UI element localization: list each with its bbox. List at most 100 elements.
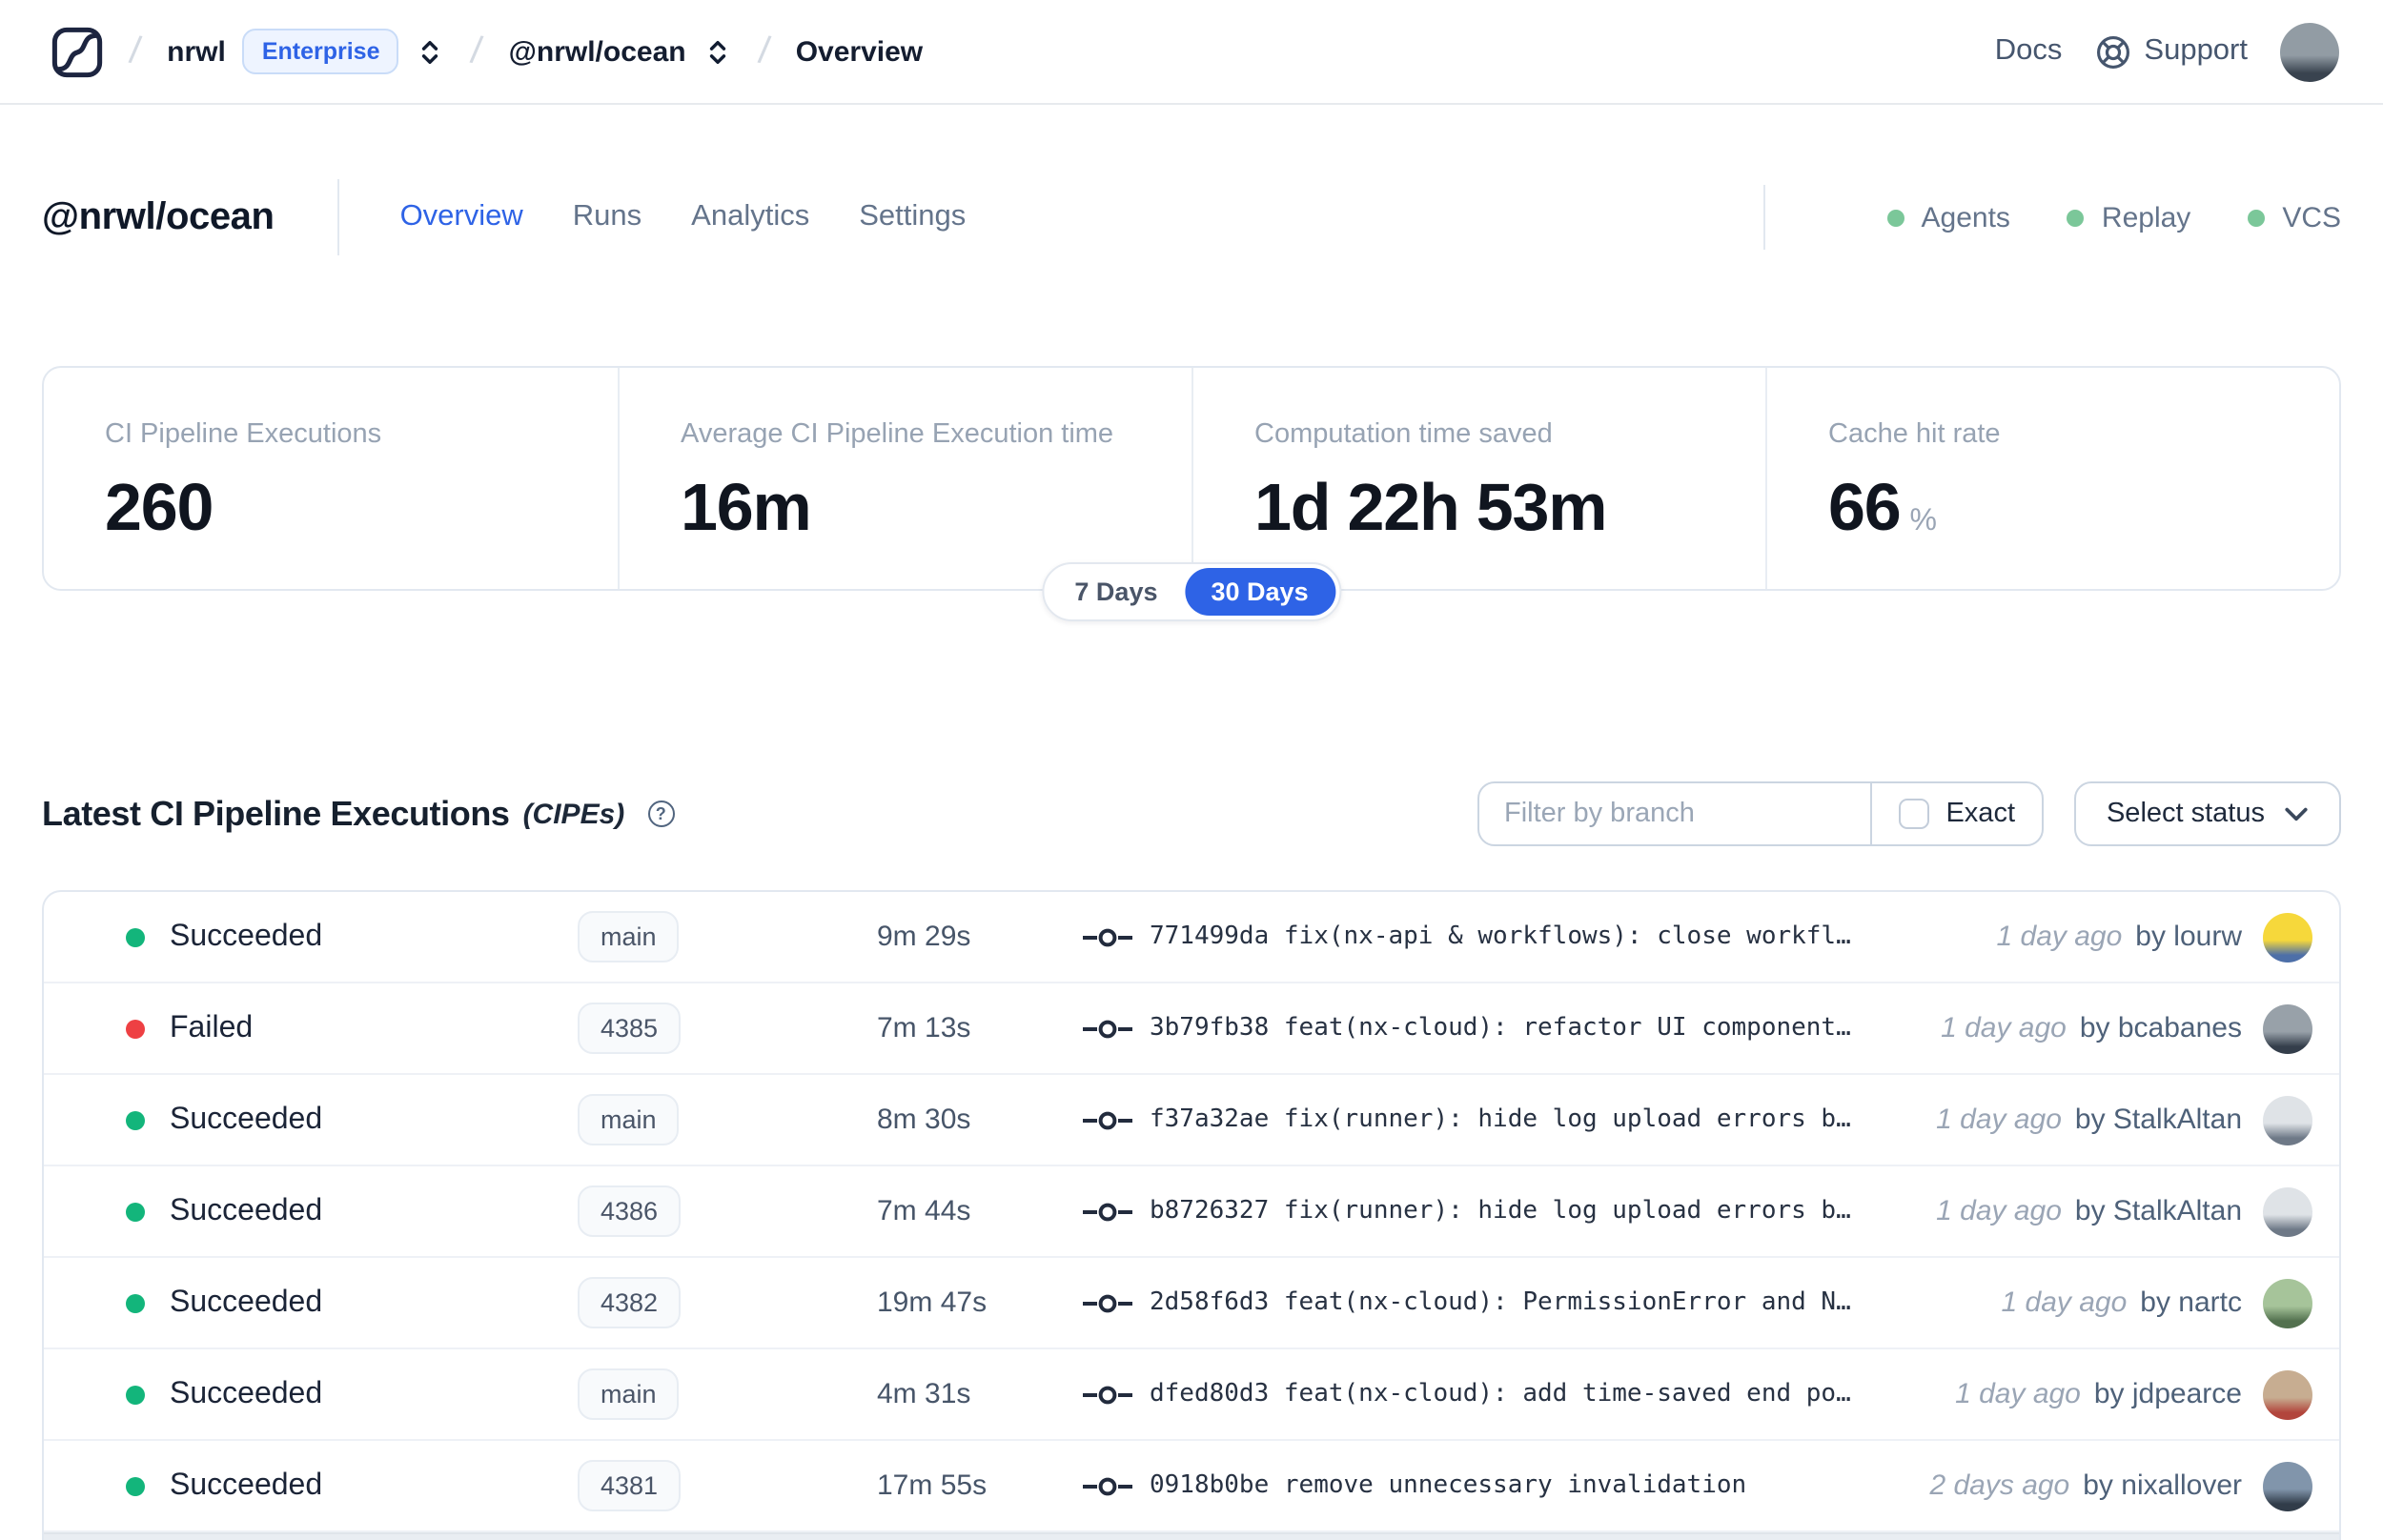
breadcrumb-page: Overview (795, 35, 924, 68)
cipe-row[interactable]: Succeeded main 9m 29s 771499da fix(nx-ap… (44, 892, 2339, 983)
commit-hash: b8726327 (1150, 1197, 1270, 1226)
range-option-30-days[interactable]: 30 Days (1184, 568, 1335, 616)
branch-badge: main (578, 1368, 680, 1420)
commit-author: by StalkAltan (2074, 1104, 2242, 1136)
tab-analytics[interactable]: Analytics (691, 200, 809, 234)
cipe-table: Succeeded main 9m 29s 771499da fix(nx-ap… (42, 890, 2341, 1540)
tab-overview[interactable]: Overview (400, 200, 523, 234)
commit-text: dfed80d3 feat(nx-cloud): add time-saved … (1150, 1380, 1851, 1408)
avatar (2263, 1278, 2312, 1327)
commit-hash: 2d58f6d3 (1150, 1288, 1270, 1317)
indicator-agents[interactable]: Agents (1886, 201, 2010, 233)
cipe-row[interactable]: Succeeded 4381 17m 55s 0918b0be remove u… (44, 1441, 2339, 1532)
branch-filter-input[interactable] (1479, 783, 1870, 844)
branch-badge: main (578, 911, 680, 962)
stat-card-computation-time-saved: Computation time saved 1d 22h 53m (1192, 368, 1765, 589)
page: / nrwl Enterprise / @nrwl/ocean / Overvi… (0, 0, 2383, 1540)
cipe-section-title-suffix: (CIPEs) (522, 798, 625, 830)
status-label: Failed (170, 1011, 254, 1044)
divider (336, 179, 339, 255)
status-label: Succeeded (170, 1286, 323, 1318)
git-commit-icon (1083, 1110, 1132, 1129)
commit-hash: dfed80d3 (1150, 1380, 1270, 1408)
branch-badge: 4385 (578, 1003, 682, 1054)
status-label: Succeeded (170, 1194, 323, 1226)
help-icon[interactable]: ? (647, 800, 675, 827)
status-dot (126, 1293, 145, 1312)
status-label: Succeeded (170, 920, 323, 952)
indicator-vcs[interactable]: VCS (2248, 201, 2341, 233)
tab-runs[interactable]: Runs (573, 200, 642, 234)
divider (1762, 185, 1765, 250)
branch-badge: 4381 (578, 1460, 682, 1511)
status-dot (126, 1385, 145, 1404)
stats-cards: CI Pipeline Executions 260 Average CI Pi… (42, 366, 2341, 621)
workspace-selector[interactable]: @nrwl/ocean (509, 33, 732, 70)
status-dot (126, 1476, 145, 1495)
support-link[interactable]: Support (2094, 33, 2248, 70)
cipe-row[interactable]: Succeeded 4382 19m 47s 2d58f6d3 feat(nx-… (44, 1258, 2339, 1349)
git-commit-icon (1083, 927, 1132, 946)
topbar-right: Docs Support (1995, 22, 2339, 81)
time-ago: 1 day ago (1941, 1012, 2067, 1044)
org-chevron-updown-icon[interactable] (417, 33, 445, 70)
breadcrumb-separator: / (127, 29, 144, 72)
commit-hash: 0918b0be (1150, 1471, 1270, 1500)
avatar (2263, 1003, 2312, 1053)
commit-author: by bcabanes (2079, 1012, 2242, 1044)
git-commit-icon (1083, 1293, 1132, 1312)
time-ago: 1 day ago (1936, 1104, 2062, 1136)
duration: 9m 29s (877, 921, 971, 953)
stat-card-cache-hit-rate: Cache hit rate 66% (1765, 368, 2339, 589)
cipe-row[interactable]: Succeeded main 8m 30s f37a32ae fix(runne… (44, 1075, 2339, 1166)
commit-message: remove unnecessary invalidation (1283, 1471, 1747, 1500)
org-name[interactable]: nrwl (167, 35, 226, 68)
stat-card-ci-pipeline-executions: CI Pipeline Executions 260 (105, 419, 382, 545)
cipe-section-header: Latest CI Pipeline Executions (CIPEs) ? … (42, 781, 2341, 846)
workspace-chevron-updown-icon[interactable] (703, 33, 732, 70)
breadcrumb-separator: / (468, 29, 485, 72)
duration: 4m 31s (877, 1378, 971, 1410)
exact-checkbox[interactable] (1898, 799, 1929, 829)
tab-settings[interactable]: Settings (859, 200, 966, 234)
org-selector[interactable]: nrwl Enterprise (167, 29, 444, 74)
commit-message: fix(nx-api & workflows): close workfl… (1283, 922, 1851, 951)
cipe-table-body: Succeeded main 9m 29s 771499da fix(nx-ap… (44, 892, 2339, 1532)
cipe-row[interactable]: Failed 4385 7m 13s 3b79fb38 feat(nx-clou… (44, 983, 2339, 1075)
branch-badge: 4386 (578, 1185, 682, 1237)
cipe-row[interactable]: Succeeded main 4m 31s dfed80d3 feat(nx-c… (44, 1349, 2339, 1441)
status-dot (126, 927, 145, 946)
cipe-section-title: Latest CI Pipeline Executions (42, 794, 510, 832)
user-avatar[interactable] (2280, 22, 2339, 81)
nx-cloud-logo[interactable] (51, 26, 103, 77)
cipe-row[interactable]: Succeeded 4386 7m 44s b8726327 fix(runne… (44, 1166, 2339, 1258)
commit-author: by lourw (2135, 921, 2242, 953)
breadcrumb: / nrwl Enterprise / @nrwl/ocean / Overvi… (51, 26, 923, 77)
workspace-status-indicators: Agents Replay VCS (1762, 185, 2341, 250)
status-label: Succeeded (170, 1103, 323, 1135)
cipe-filters: Exact Select status (1477, 781, 2341, 846)
time-ago: 1 day ago (1955, 1378, 2081, 1410)
range-option-7-days[interactable]: 7 Days (1048, 568, 1184, 616)
range-toggle: 7 Days 30 Days (1042, 562, 1341, 621)
breadcrumb-separator: / (755, 29, 772, 72)
status-dot (126, 1110, 145, 1129)
commit-text: 0918b0be remove unnecessary invalidation (1150, 1471, 1746, 1500)
status-select-dropdown[interactable]: Select status (2074, 781, 2341, 846)
indicator-replay[interactable]: Replay (2067, 201, 2190, 233)
time-ago: 1 day ago (1996, 921, 2123, 953)
topbar: / nrwl Enterprise / @nrwl/ocean / Overvi… (0, 0, 2383, 105)
duration: 17m 55s (877, 1469, 988, 1502)
green-dot-icon (2248, 209, 2266, 226)
git-commit-icon (1083, 1202, 1132, 1221)
exact-label[interactable]: Exact (1945, 799, 2015, 829)
duration: 19m 47s (877, 1287, 988, 1319)
avatar (2263, 1461, 2312, 1510)
commit-author: by StalkAltan (2074, 1195, 2242, 1227)
git-commit-icon (1083, 1476, 1132, 1495)
docs-link[interactable]: Docs (1995, 34, 2063, 69)
workspace-title: @nrwl/ocean (42, 195, 275, 237)
time-ago: 2 days ago (1929, 1469, 2070, 1502)
workspace-name[interactable]: @nrwl/ocean (509, 35, 686, 68)
enterprise-badge: Enterprise (242, 29, 399, 74)
